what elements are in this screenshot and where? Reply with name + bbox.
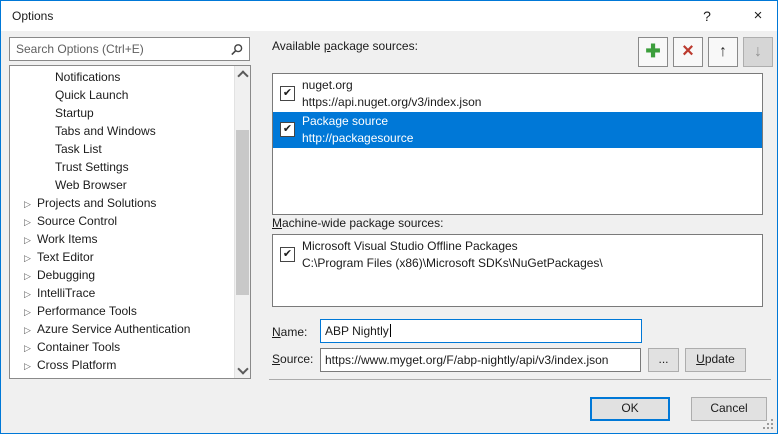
arrow-up-icon: ↑ (719, 43, 727, 60)
expand-arrow-icon[interactable]: ▷ (24, 285, 37, 303)
expand-arrow-icon[interactable]: ▷ (24, 303, 37, 321)
expand-arrow-icon[interactable]: ▷ (24, 321, 37, 339)
expand-arrow-icon[interactable]: ▷ (24, 231, 37, 249)
arrow-down-icon: ↓ (754, 43, 762, 60)
tree-item-label: Web Browser (55, 178, 127, 192)
expand-arrow-icon[interactable]: ▷ (24, 249, 37, 267)
tree-item[interactable]: ▷Azure Service Authentication (10, 320, 235, 338)
tree-item[interactable]: ▷Projects and Solutions (10, 194, 235, 212)
help-button[interactable]: ? (691, 1, 723, 31)
package-source-row[interactable]: ✔ Package sourcehttp://packagesource (273, 112, 762, 148)
options-dialog: Options ? × Notifications Quick Launch Sta… (0, 0, 778, 434)
tree-item[interactable]: Web Browser (10, 176, 235, 194)
text-caret (390, 324, 391, 337)
tree-item[interactable]: ▷Container Tools (10, 338, 235, 356)
tree-item-label: Trust Settings (55, 160, 129, 174)
tree-item-label: Work Items (37, 232, 97, 246)
source-enabled-checkbox[interactable]: ✔ (280, 86, 295, 101)
source-label: Source: (272, 352, 313, 366)
ok-button[interactable]: OK (590, 397, 670, 421)
tree-scrollbar[interactable] (234, 66, 250, 378)
tree-item[interactable]: ▷Performance Tools (10, 302, 235, 320)
tree-item[interactable]: Task List (10, 140, 235, 158)
tree-item-label: Startup (55, 106, 94, 120)
tree-item[interactable]: ▷Source Control (10, 212, 235, 230)
tree-item-label: Tabs and Windows (55, 124, 156, 138)
remove-source-button[interactable]: × (673, 37, 703, 67)
options-tree: Notifications Quick Launch Startup Tabs and… (9, 65, 251, 379)
tree-item-label: Notifications (55, 70, 120, 84)
package-source-row[interactable]: ✔ nuget.orghttps://api.nuget.org/v3/index… (273, 76, 762, 112)
tree-item[interactable]: ▷Database Tools (10, 374, 235, 378)
help-icon: ? (703, 8, 711, 24)
title-bar: Options ? × (1, 1, 777, 31)
search-box (9, 37, 250, 61)
source-url: http://packagesource (302, 130, 762, 147)
expand-arrow-icon[interactable]: ▷ (24, 195, 37, 213)
scroll-down-icon[interactable] (235, 362, 250, 378)
tree-item[interactable]: ▷IntelliTrace (10, 284, 235, 302)
tree-item-label: IntelliTrace (37, 286, 95, 300)
cancel-button[interactable]: Cancel (691, 397, 767, 421)
tree-item-label: Text Editor (37, 250, 94, 264)
expand-arrow-icon[interactable]: ▷ (24, 267, 37, 285)
tree-item-label: Source Control (37, 214, 117, 228)
tree-item-label: Database Tools (37, 376, 120, 378)
move-up-button[interactable]: ↑ (708, 37, 738, 67)
add-source-button[interactable]: ✚ (638, 37, 668, 67)
tree-item-label: Debugging (37, 268, 95, 282)
tree-item[interactable]: Notifications (10, 68, 235, 86)
expand-arrow-icon[interactable]: ▷ (24, 375, 37, 378)
scrollbar-thumb[interactable] (236, 130, 249, 295)
tree-item-label: Container Tools (37, 340, 120, 354)
tree-item[interactable]: Startup (10, 104, 235, 122)
available-sources-list: ✔ nuget.orghttps://api.nuget.org/v3/index… (272, 73, 763, 215)
tree-item[interactable]: Tabs and Windows (10, 122, 235, 140)
move-down-button[interactable]: ↓ (743, 37, 773, 67)
tree-item[interactable]: Quick Launch (10, 86, 235, 104)
source-url: C:\Program Files (x86)\Microsoft SDKs\Nu… (302, 255, 762, 272)
footer-separator (269, 379, 771, 380)
red-x-icon: × (682, 40, 694, 62)
tree-item-label: Projects and Solutions (37, 196, 156, 210)
package-source-row[interactable]: ✔ Microsoft Visual Studio Offline Package… (273, 237, 762, 273)
tree-item-label: Performance Tools (37, 304, 137, 318)
tree-item[interactable]: ▷Cross Platform (10, 356, 235, 374)
scroll-up-icon[interactable] (235, 66, 250, 82)
source-name: Package source (302, 113, 762, 130)
machine-sources-label: Machine-wide package sources: (272, 216, 443, 230)
search-input[interactable] (10, 38, 249, 60)
source-url: https://api.nuget.org/v3/index.json (302, 94, 762, 111)
browse-button[interactable]: ... (648, 348, 679, 372)
source-input[interactable]: https://www.myget.org/F/abp-nightly/api/… (320, 348, 641, 372)
tree-item-label: Cross Platform (37, 358, 116, 372)
close-button[interactable]: × (742, 1, 774, 31)
close-icon: × (754, 7, 763, 24)
name-label: Name: (272, 325, 307, 339)
source-enabled-checkbox[interactable]: ✔ (280, 122, 295, 137)
expand-arrow-icon[interactable]: ▷ (24, 357, 37, 375)
expand-arrow-icon[interactable]: ▷ (24, 339, 37, 357)
tree-item-label: Azure Service Authentication (37, 322, 190, 336)
update-button[interactable]: Update (685, 348, 746, 372)
resize-grip[interactable] (771, 419, 773, 421)
tree-item-label: Quick Launch (55, 88, 128, 102)
tree-item[interactable]: ▷Work Items (10, 230, 235, 248)
source-enabled-checkbox[interactable]: ✔ (280, 247, 295, 262)
tree-item[interactable]: Trust Settings (10, 158, 235, 176)
source-name: Microsoft Visual Studio Offline Packages (302, 238, 762, 255)
tree-items: Notifications Quick Launch Startup Tabs and… (10, 68, 235, 378)
expand-arrow-icon[interactable]: ▷ (24, 213, 37, 231)
tree-item[interactable]: ▷Text Editor (10, 248, 235, 266)
available-sources-label: Available package sources: (272, 39, 418, 53)
name-input[interactable]: ABP Nightly (320, 319, 642, 343)
source-name: nuget.org (302, 77, 762, 94)
tree-item-label: Task List (55, 142, 102, 156)
tree-item[interactable]: ▷Debugging (10, 266, 235, 284)
dialog-title: Options (12, 9, 53, 23)
plus-icon: ✚ (645, 41, 660, 61)
search-icon (230, 43, 244, 57)
machine-sources-list: ✔ Microsoft Visual Studio Offline Package… (272, 234, 763, 307)
